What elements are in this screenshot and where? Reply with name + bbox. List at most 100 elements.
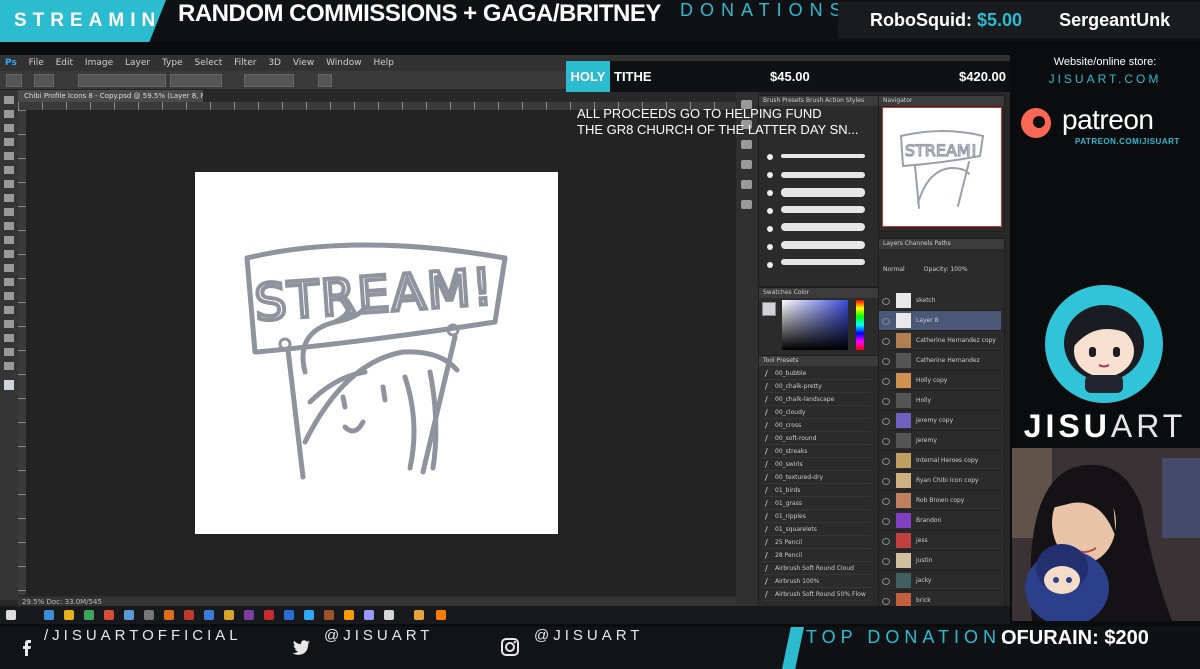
layer-row[interactable]: Brandon xyxy=(879,511,1001,531)
healing-tool-icon[interactable] xyxy=(4,180,14,188)
tool-preset-item[interactable]: 01_birds xyxy=(763,485,871,497)
layer-row[interactable]: Catherine Hernandez copy xyxy=(879,331,1001,351)
visibility-eye-icon[interactable] xyxy=(882,578,890,585)
twitter-handle[interactable]: @JISUART xyxy=(324,627,433,669)
shape-tool-icon[interactable] xyxy=(4,334,14,342)
tool-preset-item[interactable]: 00_chalk-pretty xyxy=(763,381,871,393)
visibility-eye-icon[interactable] xyxy=(882,298,890,305)
character-icon[interactable] xyxy=(741,180,752,189)
tool-preset-item[interactable]: 00_cloudy xyxy=(763,407,871,419)
app-icon[interactable] xyxy=(184,610,194,620)
layer-row[interactable]: Holly xyxy=(879,391,1001,411)
app-icon[interactable] xyxy=(264,610,274,620)
brush-stroke[interactable] xyxy=(781,154,865,158)
app-icon[interactable] xyxy=(414,610,424,620)
blur-tool-icon[interactable] xyxy=(4,264,14,272)
layer-row[interactable]: jacky xyxy=(879,571,1001,591)
premiere-icon[interactable] xyxy=(364,610,374,620)
brush-dot[interactable] xyxy=(767,172,773,178)
crop-tool-icon[interactable] xyxy=(4,152,14,160)
paragraph-icon[interactable] xyxy=(741,160,752,169)
menu-edit[interactable]: Edit xyxy=(56,58,73,68)
app-icon[interactable] xyxy=(284,610,294,620)
lasso-tool-icon[interactable] xyxy=(4,124,14,132)
visibility-eye-icon[interactable] xyxy=(882,478,890,485)
brush-size-picker[interactable] xyxy=(34,74,54,87)
website-url[interactable]: JISUART.COM xyxy=(1010,72,1200,86)
panel-tabs[interactable]: Layers Channels Paths xyxy=(879,239,1004,249)
patreon-url[interactable]: PATREON.COM/JISUART xyxy=(1075,137,1180,146)
tool-preset-item[interactable]: 00_textured-dry xyxy=(763,472,871,484)
tool-preset-item[interactable]: 00_cross xyxy=(763,420,871,432)
color-picker-field[interactable] xyxy=(782,300,848,350)
visibility-eye-icon[interactable] xyxy=(882,358,890,365)
flow-field[interactable] xyxy=(244,74,294,87)
quick-select-tool-icon[interactable] xyxy=(4,138,14,146)
menu-3d[interactable]: 3D xyxy=(268,58,281,68)
history-brush-tool-icon[interactable] xyxy=(4,222,14,230)
path-select-tool-icon[interactable] xyxy=(4,320,14,328)
menu-window[interactable]: Window xyxy=(326,58,362,68)
brush-tool-icon[interactable] xyxy=(6,74,22,87)
visibility-eye-icon[interactable] xyxy=(882,418,890,425)
zoom-tool-icon[interactable] xyxy=(4,362,14,370)
pen-tool-icon[interactable] xyxy=(4,292,14,300)
app-icon[interactable] xyxy=(164,610,174,620)
menu-file[interactable]: File xyxy=(29,58,44,68)
move-tool-icon[interactable] xyxy=(4,96,14,104)
panel-tabs[interactable]: Swatches Color xyxy=(759,288,879,298)
marquee-tool-icon[interactable] xyxy=(4,110,14,118)
menu-view[interactable]: View xyxy=(293,58,314,68)
tool-preset-item[interactable]: 00_bubble xyxy=(763,368,871,380)
instagram-handle[interactable]: @JISUART xyxy=(534,627,643,669)
layer-row[interactable]: jess xyxy=(879,531,1001,551)
app-icon[interactable] xyxy=(384,610,394,620)
dodge-tool-icon[interactable] xyxy=(4,278,14,286)
start-icon[interactable] xyxy=(6,610,16,620)
stamp-tool-icon[interactable] xyxy=(4,208,14,216)
layer-row[interactable]: Jeremy copy xyxy=(879,411,1001,431)
app-icon[interactable] xyxy=(124,610,134,620)
document-canvas[interactable]: STREAM! xyxy=(195,172,558,534)
visibility-eye-icon[interactable] xyxy=(882,518,890,525)
brush-stroke[interactable] xyxy=(781,259,865,265)
hue-slider[interactable] xyxy=(856,300,864,350)
navigator-thumbnail[interactable]: STREAM! xyxy=(882,107,1002,227)
adjustments-icon[interactable] xyxy=(741,140,752,149)
brush-dot[interactable] xyxy=(767,190,773,196)
app-icon[interactable] xyxy=(144,610,154,620)
brush-stroke[interactable] xyxy=(781,172,865,178)
tool-preset-item[interactable]: 00_chalk-landscape xyxy=(763,394,871,406)
chrome-icon[interactable] xyxy=(84,610,94,620)
visibility-eye-icon[interactable] xyxy=(882,538,890,545)
opacity-value[interactable]: Opacity: 100% xyxy=(924,266,968,273)
visibility-eye-icon[interactable] xyxy=(882,438,890,445)
tool-preset-item[interactable]: 28 Pencil xyxy=(763,550,871,562)
brush-stroke[interactable] xyxy=(781,223,865,231)
layer-row[interactable]: Ryan Chibi Icon copy xyxy=(879,471,1001,491)
layer-row[interactable]: justin xyxy=(879,551,1001,571)
visibility-eye-icon[interactable] xyxy=(882,558,890,565)
layer-row[interactable]: Internal Heroes copy xyxy=(879,451,1001,471)
eyedropper-tool-icon[interactable] xyxy=(4,166,14,174)
tool-preset-item[interactable]: 00_soft-round xyxy=(763,433,871,445)
visibility-eye-icon[interactable] xyxy=(882,598,890,605)
blend-mode[interactable]: Normal xyxy=(883,266,905,273)
menu-type[interactable]: Type xyxy=(162,58,183,68)
document-tab[interactable]: Chibi Profile Icons 8 - Copy.psd @ 59.5%… xyxy=(18,90,203,102)
gradient-tool-icon[interactable] xyxy=(4,250,14,258)
brush-stroke[interactable] xyxy=(781,206,865,213)
visibility-eye-icon[interactable] xyxy=(882,398,890,405)
brush-dot[interactable] xyxy=(767,154,773,160)
tool-preset-item[interactable]: 25 Pencil xyxy=(763,537,871,549)
layer-row[interactable]: Rob Brown copy xyxy=(879,491,1001,511)
brush-dot[interactable] xyxy=(767,208,773,214)
type-tool-icon[interactable] xyxy=(4,306,14,314)
airbrush-icon[interactable] xyxy=(318,74,332,87)
app-icon[interactable] xyxy=(204,610,214,620)
tool-preset-item[interactable]: 01_squarelets xyxy=(763,524,871,536)
brush-dot[interactable] xyxy=(767,226,773,232)
obs-icon[interactable] xyxy=(436,610,446,620)
eraser-tool-icon[interactable] xyxy=(4,236,14,244)
layer-row[interactable]: sketch xyxy=(879,291,1001,311)
